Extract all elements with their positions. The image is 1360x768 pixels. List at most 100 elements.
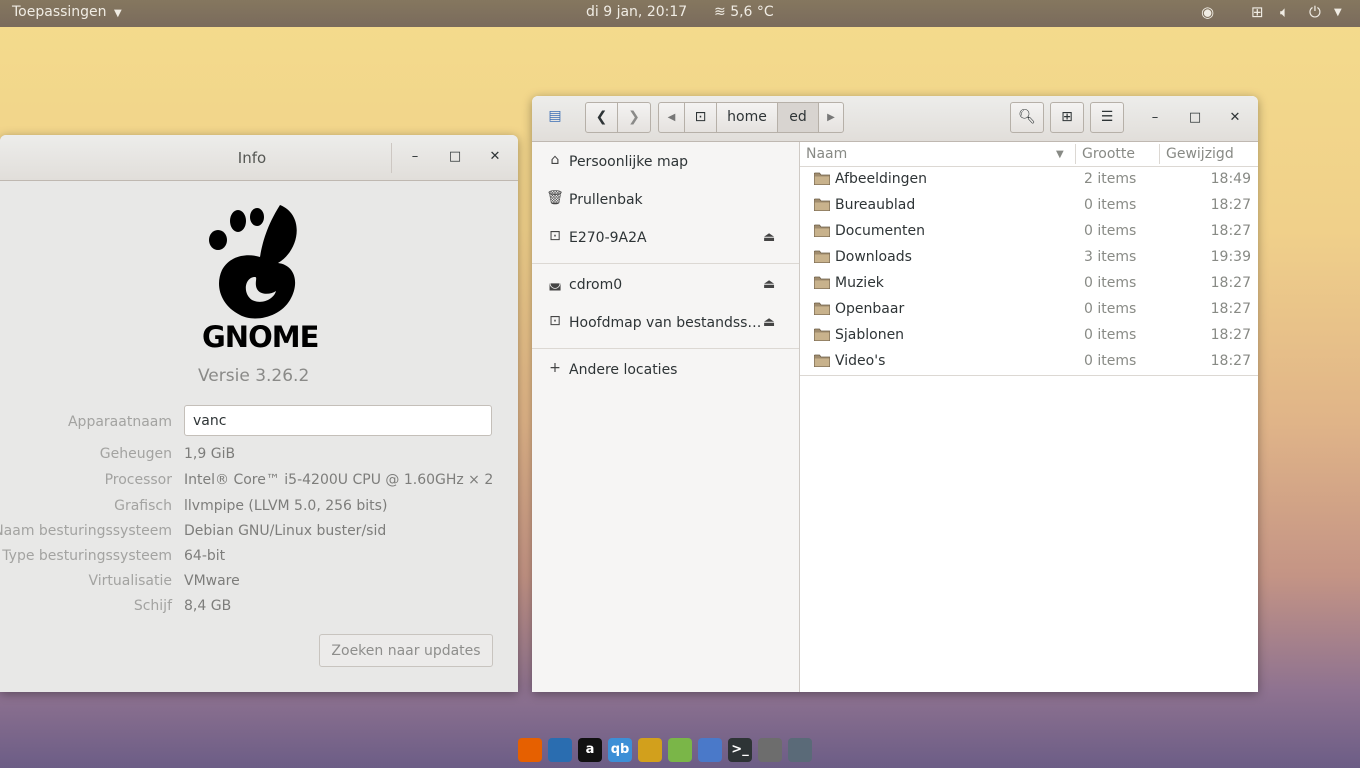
rss-reader-icon[interactable] xyxy=(668,738,692,762)
chevron-down-icon: ▼ xyxy=(114,8,122,19)
folder-icon xyxy=(814,172,830,185)
plus-icon: + xyxy=(549,360,561,376)
firefox-icon[interactable] xyxy=(518,738,542,762)
column-size[interactable]: Grootte xyxy=(1082,146,1135,162)
file-row[interactable]: Downloads 3 items 19:39 xyxy=(800,245,1258,271)
os-name-value: Debian GNU/Linux buster/sid xyxy=(184,523,387,539)
list-end-divider xyxy=(800,375,1258,376)
gimp-icon[interactable] xyxy=(758,738,782,762)
network-icon[interactable]: ⊞ xyxy=(1251,3,1264,21)
minimize-button[interactable]: – xyxy=(405,147,425,167)
file-name: Video's xyxy=(835,353,886,369)
sidebar-item-label: Persoonlijke map xyxy=(569,154,689,170)
drive-icon: ⊡ xyxy=(549,313,561,329)
device-name-field[interactable]: vanc xyxy=(184,405,492,436)
file-size: 2 items xyxy=(1084,171,1137,187)
graphics-label: Grafisch xyxy=(114,498,172,514)
info-headerbar: Info – □ ✕ xyxy=(0,135,518,181)
weather-indicator[interactable]: ≋ 5,6 °C xyxy=(714,4,774,20)
trash-icon: 🗑︎ xyxy=(546,190,564,206)
folder-icon xyxy=(814,302,830,315)
column-header: Naam ▼ Grootte Gewijzigd xyxy=(800,142,1258,167)
file-modified: 18:27 xyxy=(1210,197,1251,213)
drive-icon[interactable]: ⊡ xyxy=(684,102,717,133)
accessibility-icon[interactable]: ◉ xyxy=(1201,3,1214,21)
forward-button[interactable]: ❯ xyxy=(617,102,651,133)
clock[interactable]: di 9 jan, 20:17 xyxy=(586,4,687,20)
top-bar: Toepassingen ▼ di 9 jan, 20:17 ≋ 5,6 °C … xyxy=(0,0,1360,27)
column-modified[interactable]: Gewijzigd xyxy=(1166,146,1234,162)
applications-label: Toepassingen xyxy=(12,4,107,20)
path-home-button[interactable]: home xyxy=(716,102,778,133)
back-button[interactable]: ❮ xyxy=(585,102,618,133)
sidebar-item-label: Andere locaties xyxy=(569,362,678,378)
sort-descending-icon[interactable]: ▼ xyxy=(1056,149,1064,160)
eject-icon[interactable]: ⏏ xyxy=(763,315,775,330)
file-modified: 18:27 xyxy=(1210,301,1251,317)
file-size: 3 items xyxy=(1084,249,1137,265)
file-row[interactable]: Bureaublad 0 items 18:27 xyxy=(800,193,1258,219)
qbittorrent-icon[interactable]: qb xyxy=(608,738,632,762)
power-icon[interactable]: ⏻ xyxy=(1309,3,1321,21)
close-button[interactable]: ✕ xyxy=(485,147,505,167)
file-modified: 18:27 xyxy=(1210,353,1251,369)
graphics-value: llvmpipe (LLVM 5.0, 256 bits) xyxy=(184,498,388,514)
file-row[interactable]: Video's 0 items 18:27 xyxy=(800,349,1258,375)
column-name[interactable]: Naam xyxy=(806,146,847,162)
thunderbird-icon[interactable] xyxy=(548,738,572,762)
file-row[interactable]: Documenten 0 items 18:27 xyxy=(800,219,1258,245)
memory-value: 1,9 GiB xyxy=(184,446,236,462)
terminal-icon[interactable]: >_ xyxy=(728,738,752,762)
folder-icon xyxy=(814,276,830,289)
network-tool-icon[interactable] xyxy=(638,738,662,762)
weather-temperature: 5,6 °C xyxy=(730,4,774,20)
file-row[interactable]: Sjablonen 0 items 18:27 xyxy=(800,323,1258,349)
path-ed-button[interactable]: ed xyxy=(777,102,819,133)
folder-icon xyxy=(814,198,830,211)
dock: a qb >_ xyxy=(513,734,847,768)
eject-icon[interactable]: ⏏ xyxy=(763,230,775,245)
virtualization-value: VMware xyxy=(184,573,240,589)
memory-label: Geheugen xyxy=(99,446,172,462)
maximize-button[interactable]: □ xyxy=(445,147,465,167)
grid-view-button[interactable]: ⊞ xyxy=(1050,102,1084,133)
sidebar-item-label: E270-9A2A xyxy=(569,230,647,246)
file-name: Documenten xyxy=(835,223,926,239)
minimize-button[interactable]: – xyxy=(1145,108,1165,128)
file-size: 0 items xyxy=(1084,223,1137,239)
check-updates-button[interactable]: Zoeken naar updates xyxy=(319,634,493,667)
folder-icon xyxy=(814,354,830,367)
fog-icon: ≋ xyxy=(714,4,726,20)
files-icon[interactable] xyxy=(698,738,722,762)
file-row[interactable]: Openbaar 0 items 18:27 xyxy=(800,297,1258,323)
version-label: Versie 3.26.2 xyxy=(198,366,310,386)
applications-menu[interactable]: Toepassingen ▼ xyxy=(12,4,122,20)
disk-label: Schijf xyxy=(133,598,172,614)
file-name: Downloads xyxy=(835,249,912,265)
file-size: 0 items xyxy=(1084,327,1137,343)
file-size: 0 items xyxy=(1084,197,1137,213)
file-name: Sjablonen xyxy=(835,327,905,343)
processor-value: Intel® Core™ i5-4200U CPU @ 1.60GHz × 2 xyxy=(184,472,494,488)
file-modified: 18:27 xyxy=(1210,327,1251,343)
optical-drive-icon: ◛ xyxy=(548,275,562,291)
menu-button[interactable]: ☰ xyxy=(1090,102,1124,133)
close-button[interactable]: ✕ xyxy=(1225,108,1245,128)
file-name: Afbeeldingen xyxy=(835,171,928,187)
maximize-button[interactable]: □ xyxy=(1185,108,1205,128)
file-row[interactable]: Muziek 0 items 18:27 xyxy=(800,271,1258,297)
info-window: Info – □ ✕ GNOME Versie 3.26.2 Apparaatn… xyxy=(0,135,518,692)
eject-icon[interactable]: ⏏ xyxy=(763,277,775,292)
amazon-icon[interactable]: a xyxy=(578,738,602,762)
volume-icon[interactable]: 🔈︎ xyxy=(1280,3,1289,21)
path-scroll-left-button[interactable]: ◀ xyxy=(658,102,685,133)
chevron-down-icon[interactable]: ▼ xyxy=(1334,7,1342,18)
tools-icon[interactable] xyxy=(788,738,812,762)
home-icon: ⌂ xyxy=(550,152,560,168)
files-app-icon: ▤ xyxy=(548,108,562,124)
file-modified: 19:39 xyxy=(1210,249,1251,265)
search-button[interactable]: 🔍︎ xyxy=(1010,102,1044,133)
file-row[interactable]: Afbeeldingen 2 items 18:49 xyxy=(800,167,1258,193)
files-window: ▤ ❮ ❯ ◀ ⊡ home ed ▶ 🔍︎ ⊞ ☰ – □ ✕ ⌂ Perso… xyxy=(532,96,1258,692)
path-scroll-right-button[interactable]: ▶ xyxy=(818,102,844,133)
